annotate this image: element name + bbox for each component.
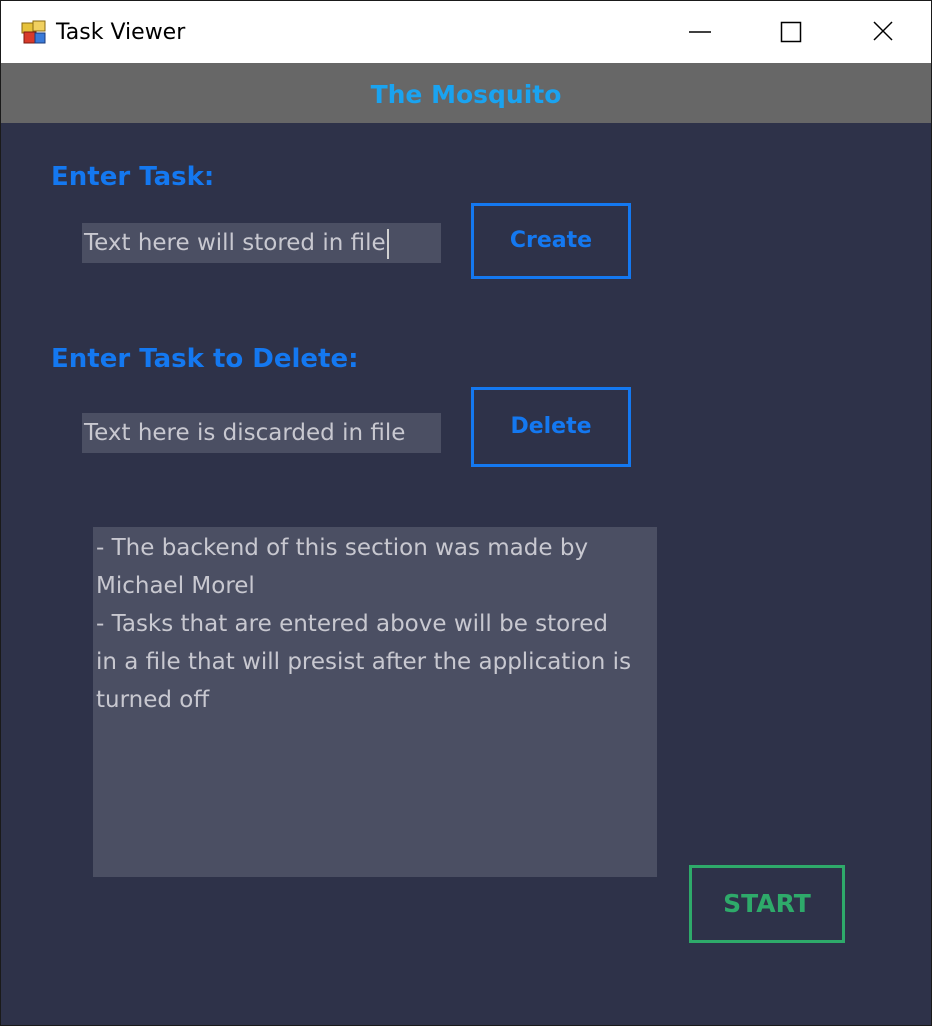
start-button[interactable]: START <box>689 865 845 943</box>
delete-task-input-value: Text here is discarded in file <box>84 420 406 446</box>
minimize-icon <box>689 31 711 33</box>
task-input-value: Text here will stored in file <box>84 230 386 256</box>
info-line: - The backend of this section was made b… <box>96 535 589 561</box>
info-line: Michael Morel <box>96 573 255 599</box>
enter-task-label: Enter Task: <box>51 162 215 192</box>
maximize-icon <box>780 21 802 43</box>
text-caret <box>386 228 389 259</box>
delete-button[interactable]: Delete <box>471 387 631 467</box>
minimize-button[interactable] <box>653 1 745 63</box>
close-icon <box>873 21 893 41</box>
header-bar: The Mosquito <box>1 63 931 123</box>
window-title: Task Viewer <box>56 20 186 45</box>
app-header-title: The Mosquito <box>370 80 562 109</box>
close-button[interactable] <box>837 1 929 63</box>
task-viewer-window: Task Viewer The Mosquito Enter Task: Tex… <box>0 0 932 1026</box>
info-line: in a file that will presist after the ap… <box>96 649 632 675</box>
task-input[interactable]: Text here will stored in file <box>82 223 441 263</box>
info-line: - Tasks that are entered above will be s… <box>96 611 608 637</box>
enter-task-to-delete-label: Enter Task to Delete: <box>51 344 359 374</box>
create-button[interactable]: Create <box>471 203 631 279</box>
maximize-button[interactable] <box>745 1 837 63</box>
info-textbox[interactable]: - The backend of this section was made b… <box>93 527 657 877</box>
title-bar[interactable]: Task Viewer <box>1 1 931 63</box>
delete-task-input[interactable]: Text here is discarded in file <box>82 413 441 453</box>
info-line: turned off <box>96 687 210 713</box>
app-icon <box>21 20 47 46</box>
